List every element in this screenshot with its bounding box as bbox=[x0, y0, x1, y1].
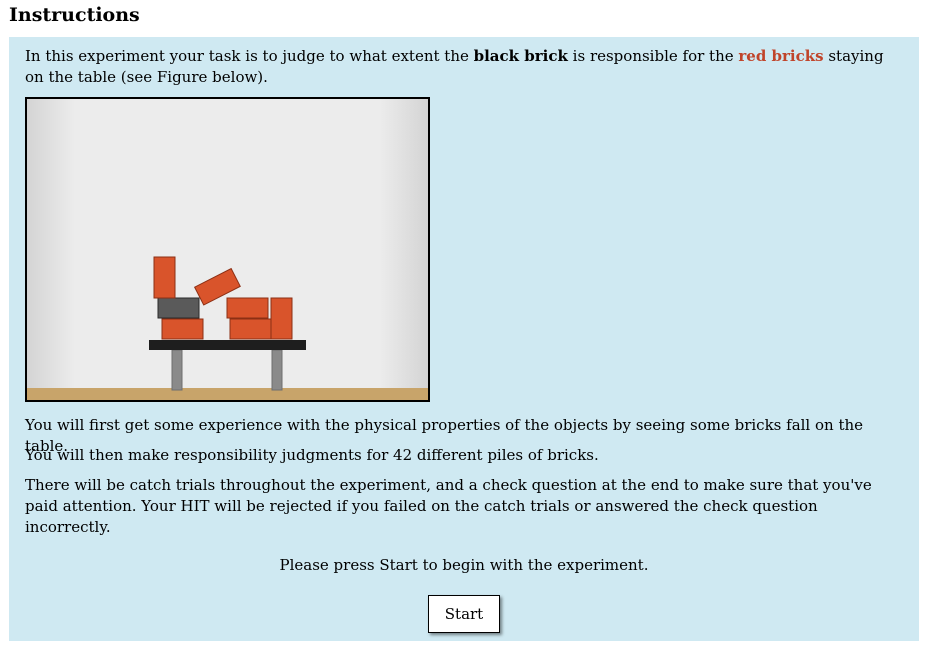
start-button[interactable]: Start bbox=[428, 595, 500, 633]
red-brick-bottom-right bbox=[229, 318, 272, 340]
black-brick-label: black brick bbox=[473, 47, 568, 65]
paragraph-judgments: You will then make responsibility judgme… bbox=[25, 446, 599, 464]
instructions-panel: In this experiment your task is to judge… bbox=[9, 37, 919, 641]
red-bricks-label: red bricks bbox=[738, 47, 824, 65]
scene-background bbox=[27, 99, 428, 400]
red-brick-standing-right bbox=[270, 297, 293, 340]
start-prompt: Please press Start to begin with the exp… bbox=[279, 556, 649, 574]
table-top bbox=[149, 340, 306, 350]
red-brick-bottom-left bbox=[161, 318, 204, 340]
intro-part-1: In this experiment your task is to judge… bbox=[25, 47, 474, 65]
intro-text: In this experiment your task is to judge… bbox=[25, 46, 885, 88]
red-brick-standing-left bbox=[153, 256, 176, 299]
table-leg-left bbox=[171, 349, 183, 391]
table-leg-right bbox=[271, 349, 283, 391]
brick-scene bbox=[27, 99, 428, 400]
paragraph-catch-trials: There will be catch trials throughout th… bbox=[25, 476, 872, 536]
red-brick-middle bbox=[226, 297, 269, 319]
intro-part-2: is responsible for the bbox=[567, 47, 739, 65]
page-title: Instructions bbox=[9, 4, 140, 26]
brick-pile-figure bbox=[25, 97, 430, 402]
floor bbox=[27, 388, 428, 400]
black-brick bbox=[157, 297, 200, 319]
